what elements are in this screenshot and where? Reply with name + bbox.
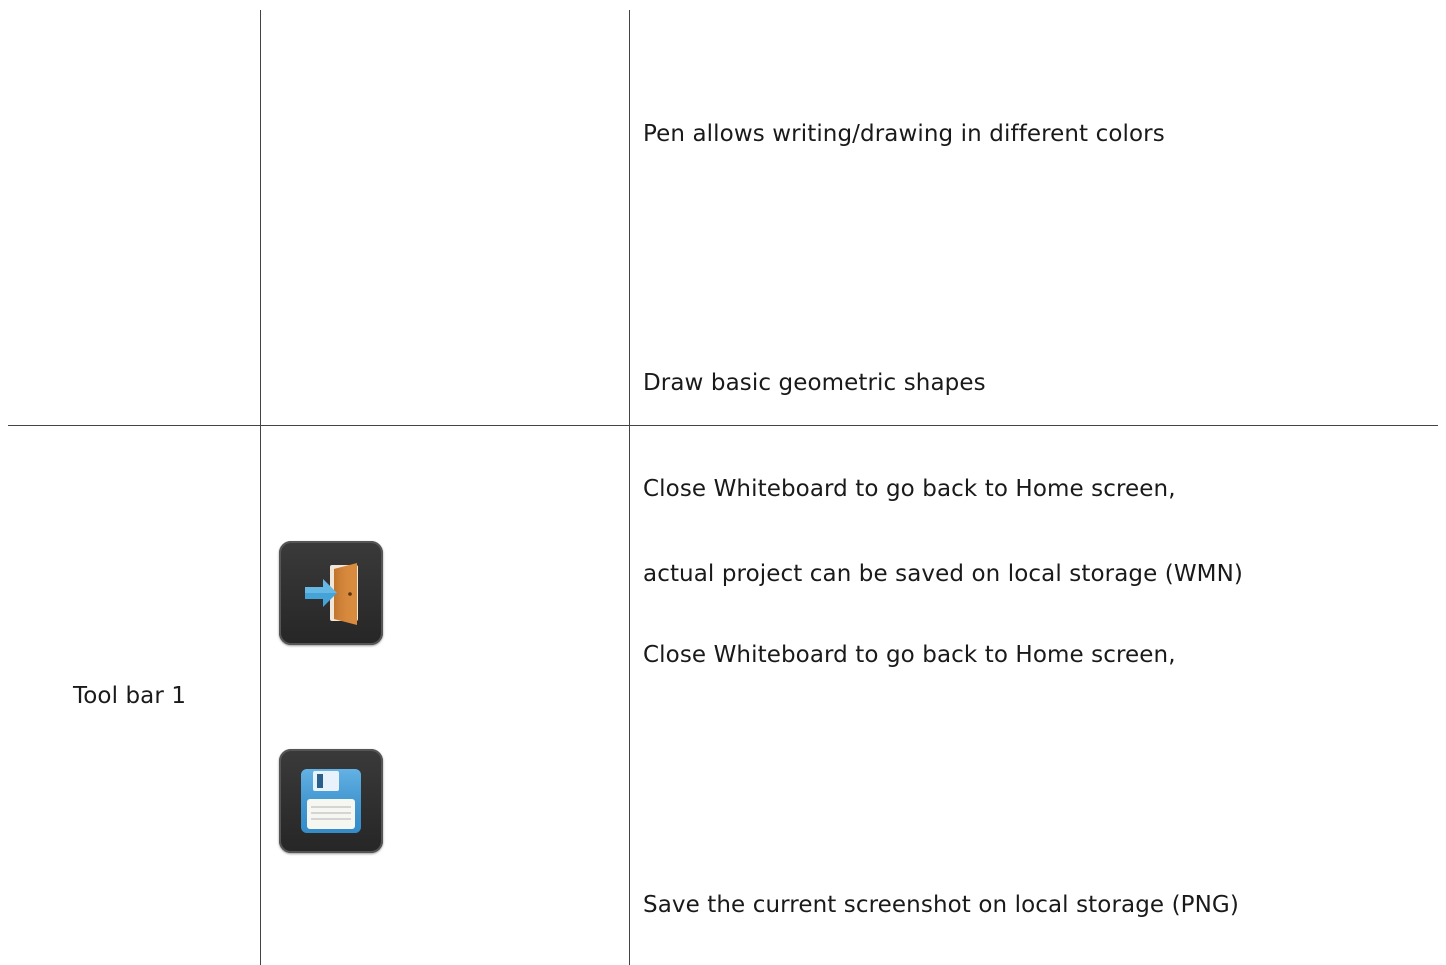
row-label-toolbar-1: Tool bar 1 — [73, 683, 187, 709]
description-save-project: actual project can be saved on local sto… — [643, 561, 1243, 587]
exit-door-icon — [279, 541, 383, 645]
column-divider-1 — [260, 10, 261, 965]
floppy-disk-save-icon — [279, 749, 383, 853]
row-divider — [8, 425, 1438, 426]
column-divider-2 — [629, 10, 630, 965]
description-close-whiteboard: Close Whiteboard to go back to Home scre… — [643, 476, 1176, 502]
description-shapes: Draw basic geometric shapes — [643, 370, 986, 396]
description-close-whiteboard-repeat: Close Whiteboard to go back to Home scre… — [643, 642, 1176, 668]
description-pen: Pen allows writing/drawing in different … — [643, 121, 1165, 147]
description-save-screenshot: Save the current screenshot on local sto… — [643, 892, 1239, 918]
